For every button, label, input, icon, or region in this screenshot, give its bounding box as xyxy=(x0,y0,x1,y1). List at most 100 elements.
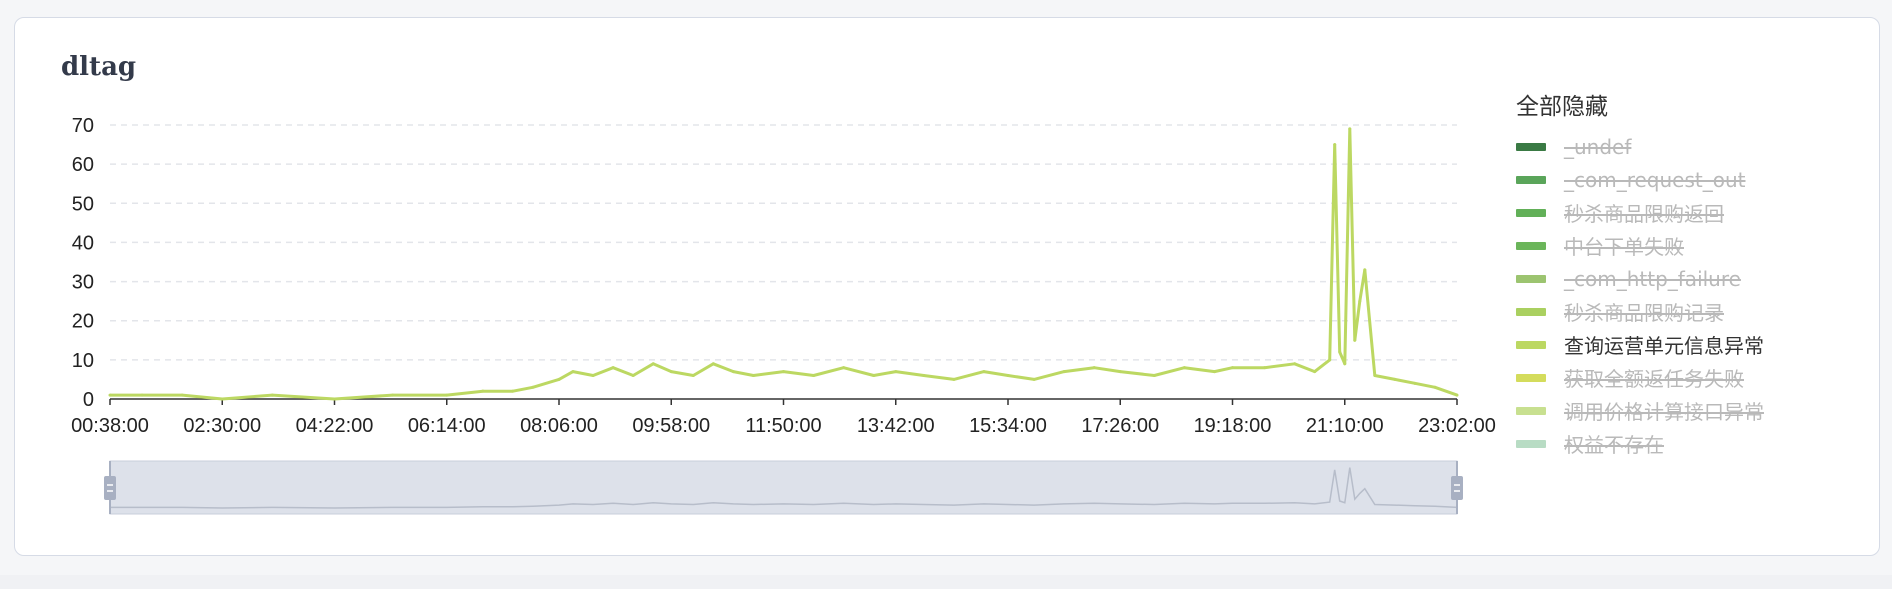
legend-label: 查询运营单元信息异常 xyxy=(1564,334,1764,358)
series-line xyxy=(110,127,1458,401)
grid-lines xyxy=(110,124,1457,361)
data-point xyxy=(731,370,735,374)
legend-item[interactable]: 查询运营单元信息异常 xyxy=(1516,328,1876,361)
legend-label: 获取全额返任务失败 xyxy=(1564,367,1744,391)
legend-label: 中台下单失败 xyxy=(1564,235,1684,259)
data-point xyxy=(1062,370,1066,374)
data-point xyxy=(108,393,112,397)
x-tick-label: 00:38:00 xyxy=(71,415,149,437)
data-point xyxy=(481,389,485,393)
data-point xyxy=(751,374,755,378)
x-tick-label: 17:26:00 xyxy=(1081,415,1159,437)
x-tick-label: 02:30:00 xyxy=(183,415,261,437)
y-axis: 0 10 20 30 40 50 60 70 xyxy=(72,115,94,411)
data-point xyxy=(270,393,274,397)
x-tick-label: 06:14:00 xyxy=(408,415,486,437)
legend-item[interactable]: 秒杀商品限购记录 xyxy=(1516,295,1876,328)
data-point xyxy=(1118,370,1122,374)
data-point xyxy=(1333,143,1337,147)
data-point xyxy=(1152,374,1156,378)
data-point xyxy=(1343,362,1347,366)
data-point xyxy=(1182,366,1186,370)
data-point xyxy=(1353,338,1357,342)
legend-swatch xyxy=(1516,208,1546,217)
data-point xyxy=(1433,385,1437,389)
legend-swatch xyxy=(1516,373,1546,382)
zoom-handle-right[interactable] xyxy=(1451,476,1463,500)
data-point xyxy=(140,393,144,397)
legend-item[interactable]: 获取全额返任务失败 xyxy=(1516,361,1876,394)
data-point xyxy=(1313,370,1317,374)
legend-swatch xyxy=(1516,175,1546,184)
data-point xyxy=(180,393,184,397)
data-point xyxy=(842,366,846,370)
data-point xyxy=(1348,127,1352,131)
data-point xyxy=(1328,358,1332,362)
data-point xyxy=(1263,366,1267,370)
y-tick-label: 60 xyxy=(72,154,94,176)
legend-swatch xyxy=(1516,439,1546,448)
x-tick-label: 09:58:00 xyxy=(632,415,710,437)
data-point xyxy=(1231,366,1234,370)
x-tick-label: 08:06:00 xyxy=(520,415,598,437)
data-point xyxy=(531,385,535,389)
legend-swatch xyxy=(1516,307,1546,316)
legend-item[interactable]: 中台下单失败 xyxy=(1516,229,1876,262)
data-point xyxy=(631,374,635,378)
data-point xyxy=(952,377,956,381)
y-tick-label: 20 xyxy=(72,311,94,333)
data-point xyxy=(571,370,575,374)
legend-swatch xyxy=(1516,406,1546,415)
legend-label: 秒杀商品限购记录 xyxy=(1564,301,1724,325)
y-tick-label: 10 xyxy=(72,350,94,372)
legend-label: 权益不存在 xyxy=(1564,433,1664,457)
x-tick-label: 11:50:00 xyxy=(745,415,821,437)
data-point xyxy=(511,389,515,393)
y-tick-label: 70 xyxy=(72,115,94,137)
legend-label: 秒杀商品限购返回 xyxy=(1564,202,1724,226)
data-point xyxy=(1413,381,1417,385)
data-point xyxy=(591,374,595,378)
data-point xyxy=(220,397,224,401)
x-tick-label: 21:10:00 xyxy=(1306,415,1384,437)
x-tick-label: 23:02:00 xyxy=(1418,415,1496,437)
legend-item[interactable]: _com_request_out xyxy=(1516,163,1876,196)
data-point xyxy=(812,374,816,378)
legend-items: _undef _com_request_out 秒杀商品限购返回 中台下单失败 _com… xyxy=(1516,130,1876,460)
data-point xyxy=(1006,374,1010,378)
data-point xyxy=(1363,268,1367,272)
legend-item[interactable]: 权益不存在 xyxy=(1516,427,1876,460)
y-tick-label: 50 xyxy=(72,193,94,215)
legend-swatch xyxy=(1516,340,1546,349)
data-point xyxy=(1092,366,1096,370)
legend-item[interactable]: 秒杀商品限购返回 xyxy=(1516,196,1876,229)
legend-swatch xyxy=(1516,142,1546,151)
data-point xyxy=(1358,299,1362,303)
legend-swatch xyxy=(1516,274,1546,283)
data-point xyxy=(894,370,898,374)
data-point xyxy=(711,362,715,366)
data-point xyxy=(1032,377,1036,381)
data-point xyxy=(691,374,695,378)
hide-all-toggle[interactable]: 全部隐藏 xyxy=(1516,90,1876,124)
data-point xyxy=(1212,370,1216,374)
y-tick-label: 0 xyxy=(83,389,94,411)
x-tick-label: 19:18:00 xyxy=(1194,415,1272,437)
x-tick-label: 15:34:00 xyxy=(969,415,1047,437)
legend-item[interactable]: _undef xyxy=(1516,130,1876,163)
legend-item[interactable]: _com_http_failure xyxy=(1516,262,1876,295)
x-tick-label: 13:42:00 xyxy=(857,415,935,437)
data-point xyxy=(1455,393,1459,397)
data-point xyxy=(1393,377,1397,381)
legend-label: 调用价格计算接口异常 xyxy=(1564,400,1764,424)
data-point xyxy=(1338,350,1342,354)
data-zoom-slider[interactable] xyxy=(104,460,1463,515)
zoom-window[interactable] xyxy=(109,460,1458,515)
data-point xyxy=(557,377,561,381)
data-point xyxy=(1293,362,1297,366)
legend-item[interactable]: 调用价格计算接口异常 xyxy=(1516,394,1876,427)
data-point xyxy=(669,370,673,374)
data-point xyxy=(922,374,926,378)
data-point xyxy=(872,374,876,378)
zoom-handle-left[interactable] xyxy=(104,476,116,500)
